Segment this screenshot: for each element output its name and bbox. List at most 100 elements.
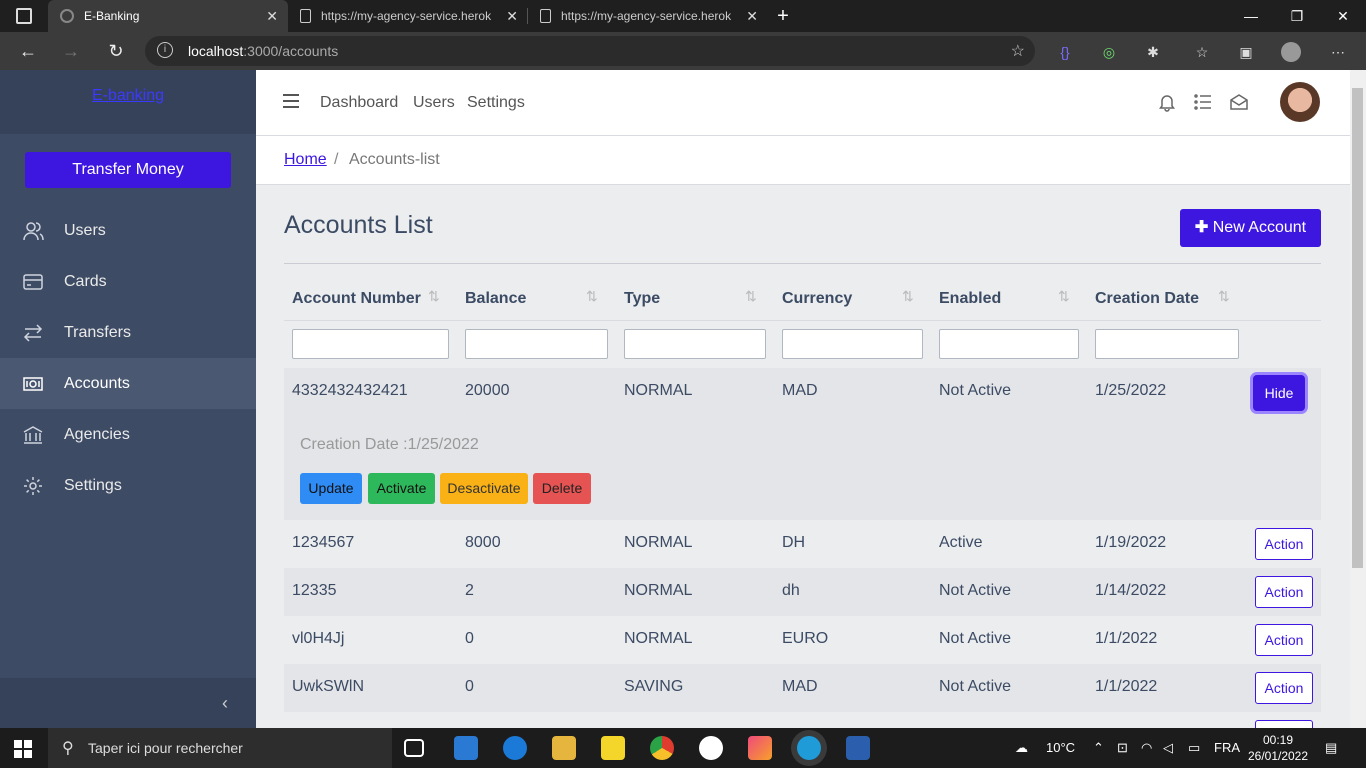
table-row[interactable]: vl0H4Jj 0 NORMAL EURO Not Active 1/1/202… xyxy=(284,616,1321,664)
column-header[interactable]: Currency xyxy=(782,290,852,308)
sticky-notes-icon[interactable] xyxy=(601,736,625,760)
word-icon[interactable] xyxy=(846,736,870,760)
action-button[interactable]: Action xyxy=(1255,576,1313,608)
update-button[interactable]: Update xyxy=(300,473,362,504)
delete-button[interactable]: Delete xyxy=(533,473,591,504)
new-account-button[interactable]: ✚ New Account xyxy=(1180,209,1321,247)
sort-icon[interactable]: ⇅ xyxy=(586,288,598,305)
sidebar-collapse-toggle[interactable]: ‹ xyxy=(0,678,256,728)
column-header[interactable]: Account Number xyxy=(292,290,421,308)
site-info-icon[interactable]: i xyxy=(157,42,173,58)
table-row[interactable]: UwkSWlN 0 SAVING MAD Not Active 1/1/2022… xyxy=(284,664,1321,712)
intellij-icon[interactable] xyxy=(748,736,772,760)
windows-start-icon[interactable] xyxy=(14,740,32,758)
volume-icon[interactable]: ◁ xyxy=(1163,740,1173,756)
sort-icon[interactable]: ⇅ xyxy=(428,288,440,305)
transfer-money-button[interactable]: Transfer Money xyxy=(25,152,231,188)
avatar[interactable] xyxy=(1280,82,1320,122)
table-row[interactable]: 4332432432421 20000 NORMAL MAD Not Activ… xyxy=(284,368,1321,416)
task-view-icon[interactable] xyxy=(404,739,424,757)
filter-balance[interactable] xyxy=(465,329,608,359)
sort-icon[interactable]: ⇅ xyxy=(1058,288,1070,305)
table-row[interactable]: 12335 2 NORMAL dh Not Active 1/14/2022 A… xyxy=(284,568,1321,616)
sort-icon[interactable]: ⇅ xyxy=(1218,288,1230,305)
action-button[interactable]: Action xyxy=(1255,528,1313,560)
filter-creation-date[interactable] xyxy=(1095,329,1239,359)
page-scrollbar[interactable] xyxy=(1350,70,1366,728)
extension-icon[interactable]: {} xyxy=(1055,42,1075,62)
sidebar-item-settings[interactable]: Settings xyxy=(0,460,256,511)
vscode-icon[interactable] xyxy=(454,736,478,760)
extensions-puzzle-icon[interactable]: ✱ xyxy=(1143,42,1163,62)
chevron-up-icon[interactable]: ⌃ xyxy=(1093,740,1104,756)
tab-agency-2[interactable]: https://my-agency-service.herok ✕ xyxy=(528,0,768,32)
column-header[interactable]: Type xyxy=(624,290,660,308)
favorite-star-icon[interactable]: ☆ xyxy=(1011,41,1025,61)
profile-icon[interactable] xyxy=(1281,42,1301,62)
sidebar-item-users[interactable]: Users xyxy=(0,205,256,256)
table-row[interactable]: 1234567 8000 NORMAL DH Active 1/19/2022 … xyxy=(284,520,1321,568)
filter-type[interactable] xyxy=(624,329,766,359)
notifications-icon[interactable]: ▤ xyxy=(1325,740,1337,756)
battery-icon[interactable]: ▭ xyxy=(1188,740,1200,756)
new-tab-icon[interactable]: + xyxy=(770,0,796,32)
wifi-icon[interactable]: ◠ xyxy=(1141,740,1152,756)
edge-dev-icon[interactable] xyxy=(503,736,527,760)
sidebar-item-agencies[interactable]: Agencies xyxy=(0,409,256,460)
column-header[interactable]: Creation Date xyxy=(1095,290,1199,308)
sidebar-item-transfers[interactable]: Transfers xyxy=(0,307,256,358)
filter-account-number[interactable] xyxy=(292,329,449,359)
language-indicator[interactable]: FRA xyxy=(1214,740,1240,755)
favorites-icon[interactable]: ☆ xyxy=(1192,42,1212,62)
hide-button[interactable]: Hide xyxy=(1253,375,1305,411)
extension-icon[interactable]: ◎ xyxy=(1099,42,1119,62)
filter-currency[interactable] xyxy=(782,329,923,359)
envelope-open-icon[interactable] xyxy=(1229,92,1249,112)
close-window-icon[interactable]: ✕ xyxy=(1320,0,1366,32)
temperature[interactable]: 10°C xyxy=(1046,740,1075,755)
sidebar-item-cards[interactable]: Cards xyxy=(0,256,256,307)
system-clock[interactable]: 00:19 26/01/2022 xyxy=(1246,732,1310,764)
collections-icon[interactable]: ▣ xyxy=(1236,42,1256,62)
device-icon[interactable]: ⊡ xyxy=(1117,740,1128,756)
tab-ebanking[interactable]: E-Banking ✕ xyxy=(48,0,288,32)
hamburger-menu-icon[interactable] xyxy=(283,94,299,108)
brand-link[interactable]: E-banking xyxy=(92,87,164,104)
refresh-icon[interactable]: ↻ xyxy=(103,38,129,64)
sidebar-item-accounts[interactable]: Accounts xyxy=(0,358,256,409)
minimize-icon[interactable]: — xyxy=(1228,0,1274,32)
activate-button[interactable]: Activate xyxy=(368,473,435,504)
chrome-icon[interactable] xyxy=(650,736,674,760)
tab-actions-icon[interactable] xyxy=(16,8,32,24)
file-explorer-icon[interactable] xyxy=(552,736,576,760)
nav-settings[interactable]: Settings xyxy=(467,94,525,112)
taskbar-search[interactable]: ⚲ Taper ici pour rechercher xyxy=(48,728,392,768)
column-header[interactable]: Enabled xyxy=(939,290,1001,308)
breadcrumb-home[interactable]: Home xyxy=(284,151,327,169)
restore-icon[interactable]: ❐ xyxy=(1274,0,1320,32)
back-icon[interactable]: ← xyxy=(15,38,41,64)
action-button[interactable] xyxy=(1255,720,1313,728)
desactivate-button[interactable]: Desactivate xyxy=(440,473,528,504)
column-header[interactable]: Balance xyxy=(465,290,526,308)
sort-icon[interactable]: ⇅ xyxy=(902,288,914,305)
sort-icon[interactable]: ⇅ xyxy=(745,288,757,305)
bell-icon[interactable] xyxy=(1157,92,1177,112)
url-field[interactable]: i localhost:3000/accounts ☆ xyxy=(145,36,1035,66)
mongodb-compass-icon[interactable] xyxy=(699,736,723,760)
forward-icon[interactable]: → xyxy=(58,38,84,64)
nav-dashboard[interactable]: Dashboard xyxy=(320,94,398,112)
close-tab-icon[interactable]: ✕ xyxy=(506,8,518,25)
close-tab-icon[interactable]: ✕ xyxy=(266,8,278,25)
action-button[interactable]: Action xyxy=(1255,624,1313,656)
table-row-partial[interactable] xyxy=(284,712,1321,728)
weather-cloud-icon[interactable]: ☁ xyxy=(1015,740,1028,756)
scrollbar-thumb[interactable] xyxy=(1352,88,1363,568)
list-icon[interactable] xyxy=(1193,92,1213,112)
close-tab-icon[interactable]: ✕ xyxy=(746,8,758,25)
action-button[interactable]: Action xyxy=(1255,672,1313,704)
more-menu-icon[interactable]: ⋯ xyxy=(1328,42,1348,62)
tab-agency-1[interactable]: https://my-agency-service.herok ✕ xyxy=(288,0,528,32)
edge-icon[interactable] xyxy=(797,736,821,760)
nav-users[interactable]: Users xyxy=(413,94,455,112)
